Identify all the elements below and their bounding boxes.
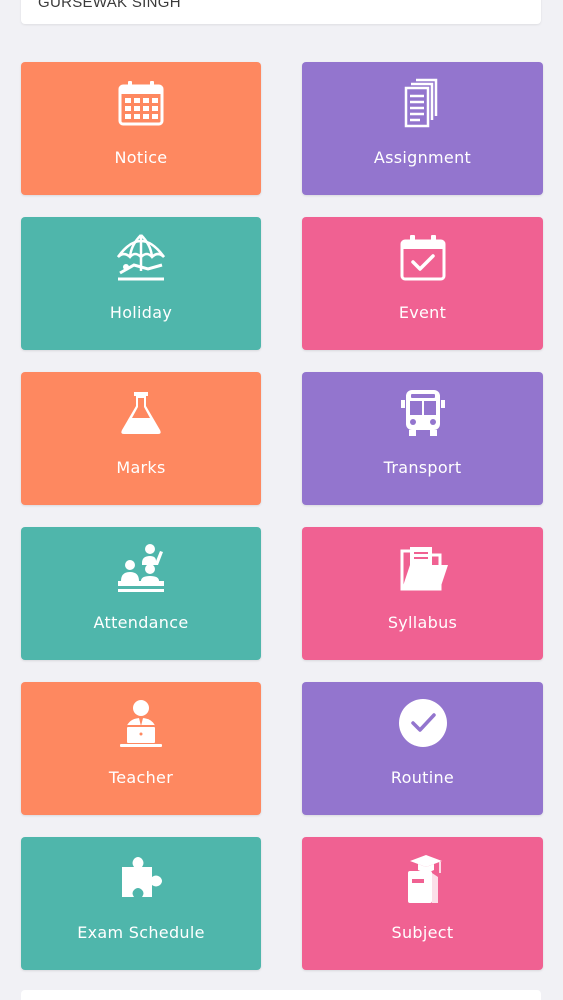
graduation-book-icon (396, 851, 450, 905)
user-name: GURSEWAK SINGH (38, 0, 181, 11)
routine-tile[interactable]: Routine (302, 682, 543, 815)
calendar-icon (114, 76, 168, 130)
user-name-card: GURSEWAK SINGH (21, 0, 541, 24)
assignment-tile[interactable]: Assignment (302, 62, 543, 195)
folder-icon (396, 541, 450, 595)
classroom-icon (114, 541, 168, 595)
event-label: Event (398, 303, 447, 322)
dashboard-page: GURSEWAK SINGH Notice Assignment Holiday… (0, 0, 563, 1000)
transport-tile[interactable]: Transport (302, 372, 543, 505)
syllabus-tile[interactable]: Syllabus (302, 527, 543, 660)
notice-tile[interactable]: Notice (21, 62, 261, 195)
syllabus-label: Syllabus (387, 613, 458, 632)
assignment-label: Assignment (373, 148, 472, 167)
routine-label: Routine (390, 768, 455, 787)
check-circle-icon (396, 696, 450, 750)
documents-icon (396, 76, 450, 130)
marks-tile[interactable]: Marks (21, 372, 261, 505)
menu-grid: Notice Assignment Holiday Event Marks Tr… (21, 62, 543, 970)
bus-icon (396, 386, 450, 440)
holiday-label: Holiday (109, 303, 173, 322)
attendance-tile[interactable]: Attendance (21, 527, 261, 660)
transport-label: Transport (383, 458, 462, 477)
teacher-tile[interactable]: Teacher (21, 682, 261, 815)
notice-label: Notice (114, 148, 168, 167)
holiday-tile[interactable]: Holiday (21, 217, 261, 350)
attendance-label: Attendance (93, 613, 189, 632)
puzzle-icon (114, 851, 168, 905)
event-tile[interactable]: Event (302, 217, 543, 350)
exam-schedule-label: Exam Schedule (77, 923, 205, 942)
subject-label: Subject (391, 923, 454, 942)
marks-label: Marks (116, 458, 166, 477)
beach-umbrella-icon (114, 231, 168, 285)
teacher-label: Teacher (108, 768, 174, 787)
bottom-card (21, 990, 541, 1000)
subject-tile[interactable]: Subject (302, 837, 543, 970)
exam-schedule-tile[interactable]: Exam Schedule (21, 837, 261, 970)
flask-icon (114, 386, 168, 440)
calendar-check-icon (396, 231, 450, 285)
teacher-laptop-icon (114, 696, 168, 750)
